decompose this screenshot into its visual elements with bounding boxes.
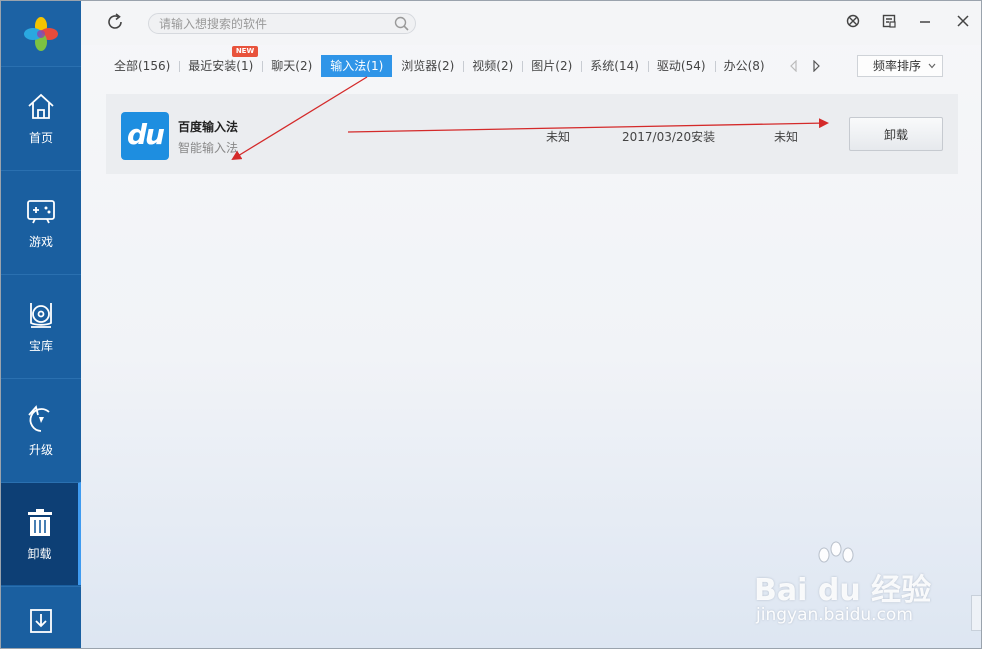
tab-input-method[interactable]: 输入法(1) [321, 55, 393, 77]
app-name: 百度输入法 [178, 120, 239, 134]
refresh-icon[interactable] [106, 13, 124, 31]
sort-label: 频率排序 [873, 59, 922, 73]
search-input[interactable] [159, 16, 384, 32]
uninstall-button[interactable]: 卸载 [849, 117, 943, 151]
search-box[interactable] [148, 13, 416, 34]
tab-image[interactable]: 图片(2) [522, 55, 581, 77]
upgrade-icon [28, 404, 50, 432]
app-description: 智能输入法 [178, 141, 239, 155]
logo-icon [24, 16, 58, 51]
app-install-date: 2017/03/20安装 [622, 130, 716, 144]
sidebar-item-label: 首页 [28, 130, 53, 145]
tab-browser[interactable]: 浏览器(2) [392, 55, 463, 77]
baidu-jingyan-watermark: Bai du 经验 jingyan.baidu.com [754, 541, 934, 631]
home-icon [28, 93, 54, 119]
sidebar-item-label: 升级 [28, 442, 53, 457]
tab-all[interactable]: 全部(156) [105, 55, 179, 77]
tab-video[interactable]: 视频(2) [463, 55, 522, 77]
tab-driver[interactable]: 驱动(54) [647, 55, 715, 77]
download-icon [30, 609, 52, 633]
sort-dropdown[interactable]: 频率排序 [857, 55, 943, 77]
sidebar-item-label: 游戏 [28, 234, 53, 249]
sidebar-item-treasury[interactable]: 宝库 [1, 274, 81, 377]
settings-menu-icon[interactable] [881, 13, 897, 29]
side-float-widget[interactable] [971, 595, 981, 631]
tab-office[interactable]: 办公(8) [714, 55, 774, 77]
sidebar: 首页 游戏 宝库 升级 卸载 [1, 1, 81, 648]
app-size: 未知 [546, 130, 571, 144]
watermark-sub: jingyan.baidu.com [756, 605, 913, 625]
tab-system[interactable]: 系统(14) [581, 55, 648, 77]
gamepad-icon [27, 199, 55, 223]
tab-scroll-right-icon[interactable] [811, 60, 821, 72]
sidebar-item-uninstall[interactable]: 卸载 [1, 482, 81, 585]
app-usage-frequency: 未知 [774, 130, 799, 144]
close-icon[interactable] [955, 13, 971, 29]
sidebar-item-label: 卸载 [27, 546, 52, 561]
chevron-down-icon [928, 63, 936, 69]
minimize-icon[interactable] [917, 13, 933, 29]
sidebar-item-home[interactable]: 首页 [1, 66, 81, 169]
category-tabs: 全部(156) 最近安装(1) 聊天(2) 输入法(1) 浏览器(2) 视频(2… [105, 55, 774, 77]
app-list-row[interactable]: du 百度输入法 智能输入法 未知 2017/03/20安装 未知 卸载 [106, 94, 958, 174]
app-logo [1, 1, 81, 66]
sidebar-item-upgrade[interactable]: 升级 [1, 378, 81, 481]
new-badge: NEW [232, 46, 258, 57]
skin-icon[interactable] [845, 13, 861, 29]
disc-icon [30, 302, 52, 328]
app-window: 首页 游戏 宝库 升级 卸载 请输入想搜索的软件 全部(156) 最近安装(1)… [0, 0, 982, 649]
trash-icon [27, 508, 52, 536]
tab-chat[interactable]: 聊天(2) [262, 55, 321, 77]
baidu-input-app-icon: du [121, 112, 169, 160]
sidebar-item-download[interactable] [1, 586, 81, 648]
tab-recent[interactable]: 最近安装(1) [179, 55, 262, 77]
watermark-main: Bai du 经验 [754, 573, 932, 608]
tab-scroll-left-icon[interactable] [789, 60, 799, 72]
top-bar [81, 1, 981, 45]
search-icon[interactable] [394, 16, 409, 31]
sidebar-item-games[interactable]: 游戏 [1, 170, 81, 273]
sidebar-item-label: 宝库 [28, 338, 53, 353]
